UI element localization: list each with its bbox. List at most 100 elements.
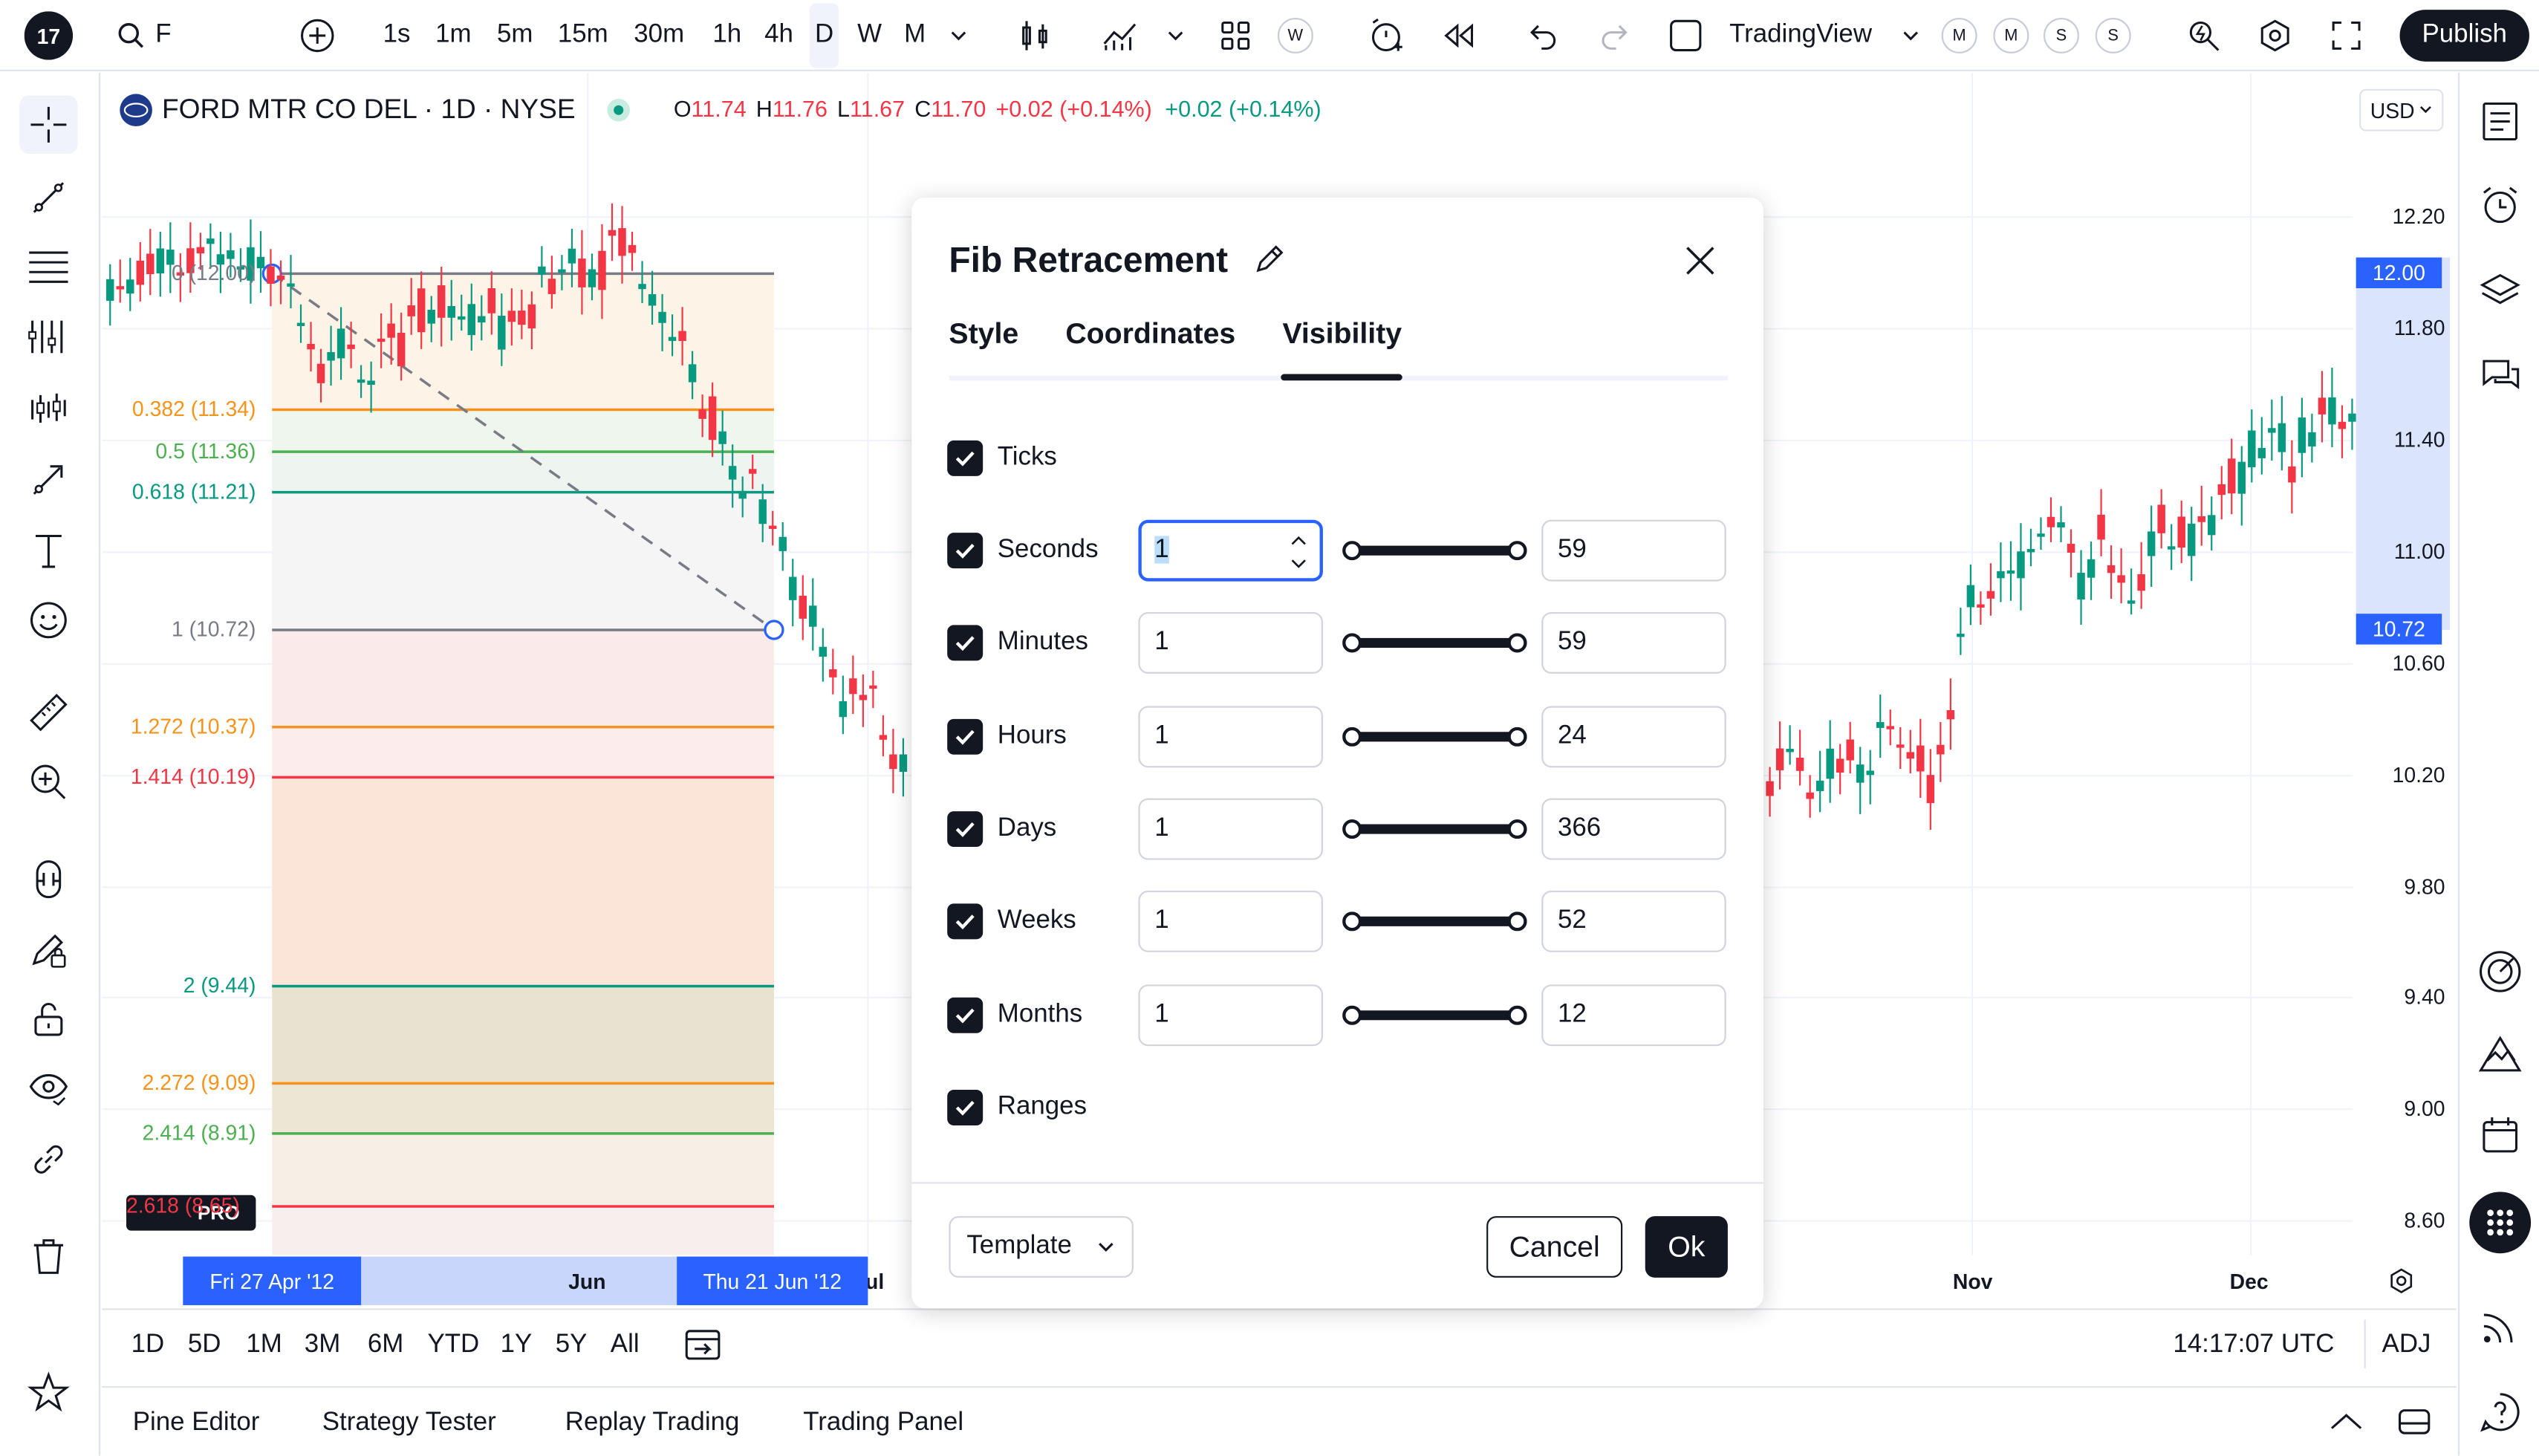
favorites-star-icon[interactable]: [19, 1363, 77, 1421]
clock-utc[interactable]: 14:17:07 UTC: [2173, 1331, 2334, 1360]
prediction-icon[interactable]: [19, 379, 77, 437]
layout-name[interactable]: TradingView: [1729, 0, 1872, 71]
watchlist-icon[interactable]: [2473, 94, 2528, 149]
layout-box-icon[interactable]: [1665, 0, 1707, 71]
checkbox-hours[interactable]: [947, 718, 984, 755]
range-3M[interactable]: 3M: [305, 1331, 340, 1360]
interval-1s[interactable]: 1s: [379, 0, 415, 71]
trend-line-icon[interactable]: [19, 169, 77, 227]
candles-icon[interactable]: [1014, 0, 1056, 71]
hours-range-slider[interactable]: [1342, 727, 1527, 747]
range-6M[interactable]: 6M: [368, 1331, 403, 1360]
max-seconds-input[interactable]: 59: [1541, 519, 1726, 582]
layout-grid-icon[interactable]: [1215, 0, 1257, 71]
min-minutes-input[interactable]: 1: [1138, 611, 1323, 674]
checkbox-seconds[interactable]: [947, 533, 984, 569]
panel-tab-trading-panel[interactable]: Trading Panel: [803, 1408, 963, 1437]
ok-button[interactable]: Ok: [1645, 1216, 1728, 1278]
broadcast-icon[interactable]: [2473, 1299, 2528, 1353]
zoom-in-icon[interactable]: [19, 753, 77, 811]
interval-1m[interactable]: 1m: [434, 0, 472, 71]
min-hours-input[interactable]: 1: [1138, 706, 1323, 768]
interval-30m[interactable]: 30m: [630, 0, 688, 71]
alarm-clock-icon[interactable]: [2473, 178, 2528, 233]
min-days-input[interactable]: 1: [1138, 798, 1323, 860]
alert-add-icon[interactable]: [1363, 0, 1408, 71]
checkbox-weeks[interactable]: [947, 903, 984, 940]
avatar-1[interactable]: M: [1941, 17, 1977, 53]
days-range-slider[interactable]: [1342, 819, 1527, 839]
interval-M[interactable]: M: [900, 0, 929, 71]
eye-icon[interactable]: [19, 1059, 77, 1117]
undo-icon[interactable]: [1522, 0, 1564, 71]
range-5Y[interactable]: 5Y: [556, 1331, 588, 1360]
tab-style[interactable]: Style: [949, 317, 1018, 351]
max-minutes-input[interactable]: 59: [1541, 611, 1726, 674]
min-weeks-input[interactable]: 1: [1138, 890, 1323, 952]
range-All[interactable]: All: [611, 1331, 640, 1360]
stepper-chevrons-icon[interactable]: [1287, 530, 1310, 575]
replay-icon[interactable]: [1438, 0, 1480, 71]
maximize-panel-icon[interactable]: [2395, 1403, 2434, 1441]
fullscreen-icon[interactable]: [2325, 0, 2367, 71]
text-tool-icon[interactable]: [19, 521, 77, 579]
interval-5m[interactable]: 5m: [494, 0, 536, 71]
max-days-input[interactable]: 366: [1541, 798, 1726, 860]
lock-drawing-pencil-icon[interactable]: [19, 920, 77, 978]
axis-settings-gear-icon[interactable]: [2387, 1267, 2419, 1299]
currency-selector[interactable]: USD: [2359, 88, 2444, 131]
panel-tab-replay-trading[interactable]: Replay Trading: [565, 1408, 740, 1437]
crosshair-icon[interactable]: [19, 95, 78, 155]
weeks-range-slider[interactable]: [1342, 911, 1527, 932]
trash-icon[interactable]: [19, 1227, 77, 1285]
checkbox-months[interactable]: [947, 997, 984, 1033]
symbol-title[interactable]: FORD MTR CO DEL · 1D · NYSE: [162, 94, 576, 126]
range-1M[interactable]: 1M: [246, 1331, 282, 1360]
range-YTD[interactable]: YTD: [427, 1331, 479, 1360]
help-icon[interactable]: [2473, 1385, 2528, 1440]
brush-arrow-icon[interactable]: [19, 450, 77, 508]
market-status-dot[interactable]: [608, 98, 631, 122]
checkbox-ranges[interactable]: [947, 1090, 984, 1125]
avatar-3[interactable]: S: [2043, 17, 2079, 53]
calendar-icon[interactable]: [2473, 1108, 2528, 1163]
quick-search-icon[interactable]: [2182, 0, 2225, 71]
add-symbol-button[interactable]: [298, 0, 337, 71]
checkbox-days[interactable]: [947, 811, 984, 848]
avatar-2[interactable]: M: [1993, 17, 2029, 53]
interval-dropdown-chevron-icon[interactable]: [946, 0, 972, 71]
tradingview-logo[interactable]: 17: [23, 0, 75, 71]
ruler-icon[interactable]: [19, 683, 77, 741]
ideas-icon[interactable]: [2473, 1027, 2528, 1082]
goto-date-icon[interactable]: [683, 1325, 722, 1363]
emoji-icon[interactable]: [19, 591, 77, 649]
interval-W[interactable]: W: [855, 0, 884, 71]
indicators-icon[interactable]: [1098, 0, 1143, 71]
seconds-range-slider[interactable]: [1342, 541, 1527, 561]
tab-coordinates[interactable]: Coordinates: [1065, 317, 1235, 351]
range-1Y[interactable]: 1Y: [501, 1331, 533, 1360]
max-months-input[interactable]: 12: [1541, 984, 1726, 1047]
close-icon[interactable]: [1681, 241, 1720, 280]
rename-pencil-icon[interactable]: [1252, 241, 1287, 277]
cancel-button[interactable]: Cancel: [1486, 1216, 1623, 1278]
months-range-slider[interactable]: [1342, 1005, 1527, 1025]
template-dropdown[interactable]: Template: [949, 1216, 1134, 1278]
adj-toggle[interactable]: ADJ: [2382, 1331, 2431, 1360]
symbol-search-button[interactable]: F: [117, 0, 172, 71]
checkbox-minutes[interactable]: [947, 625, 984, 661]
layers-icon[interactable]: [2473, 264, 2528, 319]
max-hours-input[interactable]: 24: [1541, 706, 1726, 768]
min-months-input[interactable]: 1: [1138, 984, 1323, 1047]
redo-icon[interactable]: [1593, 0, 1636, 71]
fib-tools-icon[interactable]: [19, 236, 77, 294]
interval-1h[interactable]: 1h: [709, 0, 745, 71]
settings-gear-icon[interactable]: [2254, 0, 2296, 71]
layout-chevron-icon[interactable]: [1898, 0, 1924, 71]
collapse-chevron-up-icon[interactable]: [2327, 1403, 2365, 1441]
avatar-4[interactable]: S: [2095, 17, 2131, 53]
magnet-icon[interactable]: [19, 850, 77, 908]
patterns-icon[interactable]: [19, 308, 77, 365]
indicators-chevron-icon[interactable]: [1163, 0, 1189, 71]
interval-D[interactable]: D: [809, 3, 839, 68]
